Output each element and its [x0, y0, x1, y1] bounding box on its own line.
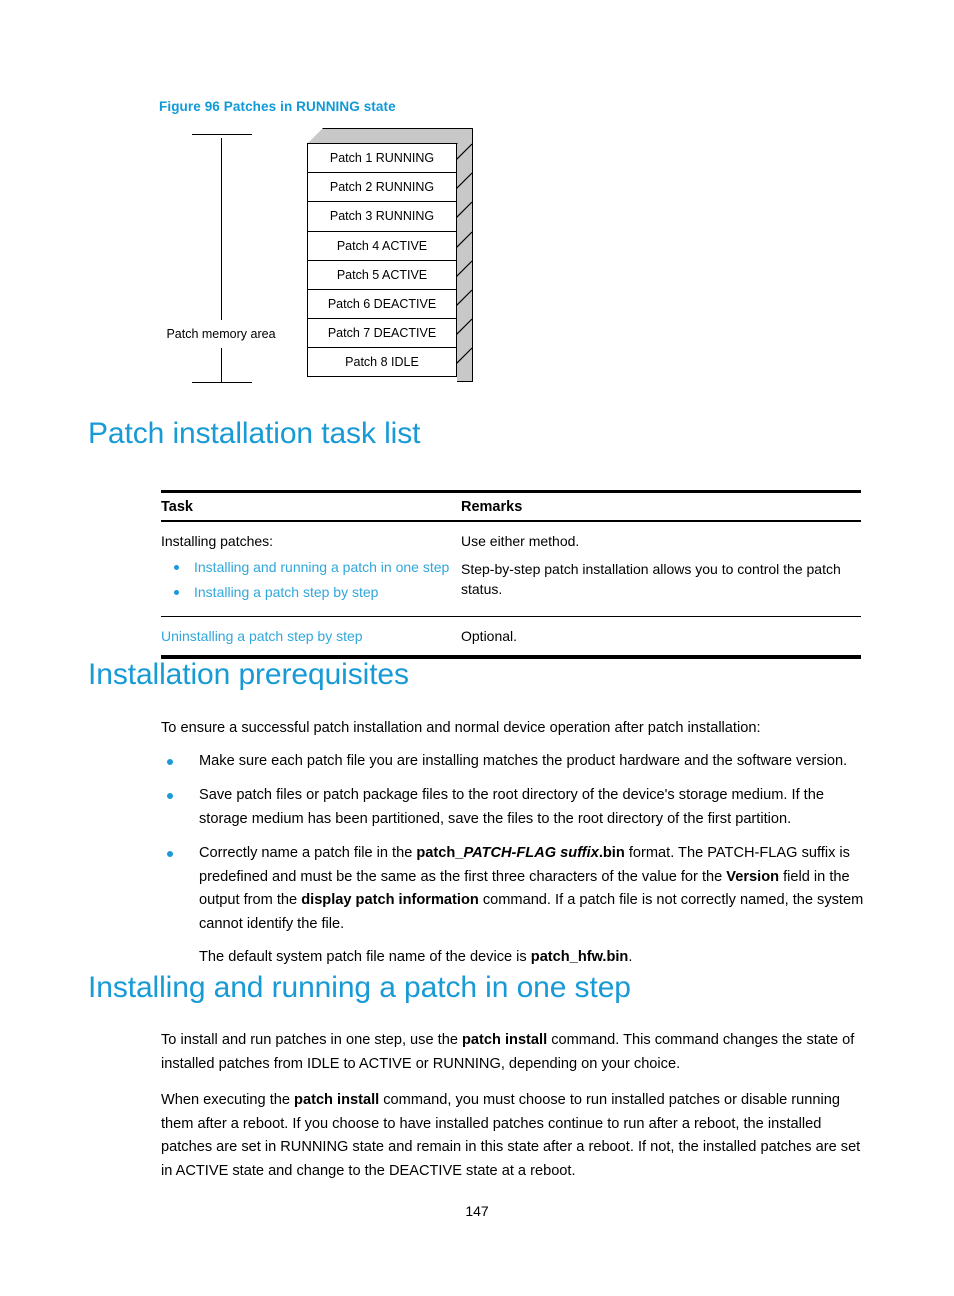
text-run: patch_ — [416, 845, 464, 861]
bullet-icon — [167, 758, 173, 765]
memory-area-bracket: Patch memory area — [153, 134, 300, 384]
text-run: PATCH-FLAG suffix — [463, 845, 599, 861]
patch-row-label: Patch 4 ACTIVE — [336, 238, 428, 253]
list-item: Save patch files or patch package files … — [161, 784, 867, 831]
list-item-text: Make sure each patch file you are instal… — [199, 753, 847, 769]
list-item[interactable]: Installing and running a patch in one st… — [161, 557, 461, 578]
table-cell-remarks: Use either method. Step-by-step patch in… — [461, 531, 861, 607]
one-step-paragraph-1: To install and run patches in one step, … — [161, 1029, 867, 1076]
page-number: 147 — [465, 1203, 489, 1219]
one-step-body: To install and run patches in one step, … — [161, 1029, 867, 1183]
list-item: Make sure each patch file you are instal… — [161, 750, 867, 774]
patch-stack: Patch 1 RUNNING Patch 2 RUNNING Patch 3 RU… — [307, 128, 473, 382]
text-run: . — [628, 949, 633, 965]
column-header-remarks: Remarks — [461, 499, 523, 516]
link-uninstall-step-by-step[interactable]: Uninstalling a patch step by step — [161, 626, 461, 646]
remark-line-1: Use either method. — [461, 533, 580, 550]
text-run: When executing the — [161, 1092, 295, 1108]
list-item-text: Save patch files or patch package files … — [199, 787, 824, 827]
text-run: patch install — [294, 1092, 380, 1108]
page-title-one-step: Installing and running a patch in one st… — [88, 971, 631, 1004]
remark-optional: Optional. — [461, 628, 518, 645]
bullet-icon — [174, 565, 179, 571]
text-run: .bin — [598, 845, 625, 861]
task-table: Task Remarks Installing patches: Install… — [161, 490, 861, 659]
text-run: display patch information — [301, 892, 479, 908]
patch-row-label: Patch 6 DEACTIVE — [327, 297, 437, 312]
patch-row: Patch 8 IDLE — [307, 347, 473, 377]
document-page: Figure 96 Patches in RUNNING state Patch… — [0, 0, 954, 1296]
patch-row: Patch 6 DEACTIVE — [307, 288, 473, 319]
patch-row-label: Patch 7 DEACTIVE — [327, 326, 437, 341]
text-run: The default system patch file name of th… — [199, 949, 531, 965]
patch-row: Patch 2 RUNNING — [307, 172, 473, 202]
text-run: patch_hfw.bin — [530, 949, 629, 965]
prerequisites-intro: To ensure a successful patch installatio… — [161, 720, 761, 736]
bracket-top-cap — [192, 134, 252, 135]
table-row: Installing patches: Installing and runni… — [161, 522, 861, 618]
table-header-row: Task Remarks — [161, 493, 861, 523]
text-run: Save patch files or patch package files … — [199, 787, 824, 827]
list-item[interactable]: Installing a patch step by step — [161, 582, 461, 603]
page-title-prerequisites: Installation prerequisites — [88, 658, 409, 691]
figure-caption: Figure 96 Patches in RUNNING state — [159, 99, 396, 114]
patch-row-label: Patch 1 RUNNING — [329, 151, 435, 166]
table-row: Uninstalling a patch step by step Option… — [161, 617, 861, 655]
patch-row: Patch 1 RUNNING — [307, 143, 473, 173]
text-run: Make sure each patch file you are instal… — [199, 752, 848, 769]
patch-row-label: Patch 2 RUNNING — [329, 180, 435, 195]
table-cell-remarks: Optional. — [461, 626, 861, 646]
patch-row-label: Patch 8 IDLE — [345, 354, 419, 369]
bullet-icon — [174, 590, 179, 596]
table-cell-task: Uninstalling a patch step by step — [161, 626, 461, 646]
prerequisites-bullet-list: Make sure each patch file you are instal… — [161, 750, 867, 937]
text-run: patch install — [462, 1032, 548, 1048]
text-run: Version — [726, 868, 780, 885]
bracket-label: Patch memory area — [153, 320, 289, 348]
patch-row-label: Patch 5 ACTIVE — [336, 267, 428, 282]
patch-row: Patch 5 ACTIVE — [307, 259, 473, 289]
bracket-stem-lower — [221, 348, 222, 382]
text-run: To install and run patches in one step, … — [161, 1032, 462, 1048]
prerequisites-body: To ensure a successful patch installatio… — [161, 717, 867, 970]
one-step-paragraph-2: When executing the patch install command… — [161, 1089, 867, 1183]
page-title-task-list: Patch installation task list — [88, 417, 421, 450]
link-install-step-by-step[interactable]: Installing a patch step by step — [194, 584, 378, 600]
bracket-stem-upper — [221, 138, 222, 320]
prerequisites-sub-paragraph: The default system patch file name of th… — [161, 946, 867, 970]
list-item: Correctly name a patch file in the patch… — [161, 842, 867, 936]
column-header-task: Task — [161, 499, 193, 516]
list-item-text: Correctly name a patch file in the patch… — [199, 845, 863, 932]
patch-row: Patch 4 ACTIVE — [307, 230, 473, 260]
text-run: Correctly name a patch file in the — [199, 845, 417, 861]
bullet-icon — [167, 851, 173, 857]
link-install-run-one-step[interactable]: Installing and running a patch in one st… — [194, 559, 449, 575]
task-link-list: Installing and running a patch in one st… — [161, 557, 461, 603]
stack-top-face — [307, 128, 473, 144]
patch-row: Patch 7 DEACTIVE — [307, 318, 473, 348]
table-cell-task: Installing patches: Installing and runni… — [161, 531, 461, 607]
bracket-bottom-cap — [192, 382, 252, 383]
task-lead-text: Installing patches: — [161, 533, 274, 550]
patch-row: Patch 3 RUNNING — [307, 201, 473, 231]
stack-side-face — [457, 128, 473, 382]
stack-rows: Patch 1 RUNNING Patch 2 RUNNING Patch 3 RU… — [307, 143, 473, 377]
remark-line-2: Step-by-step patch installation allows y… — [461, 561, 841, 598]
bullet-icon — [167, 793, 173, 799]
patch-row-label: Patch 3 RUNNING — [329, 209, 435, 224]
figure-patch-memory-diagram: Patch memory area Patch 1 RUNNING Patch 2… — [153, 128, 495, 390]
